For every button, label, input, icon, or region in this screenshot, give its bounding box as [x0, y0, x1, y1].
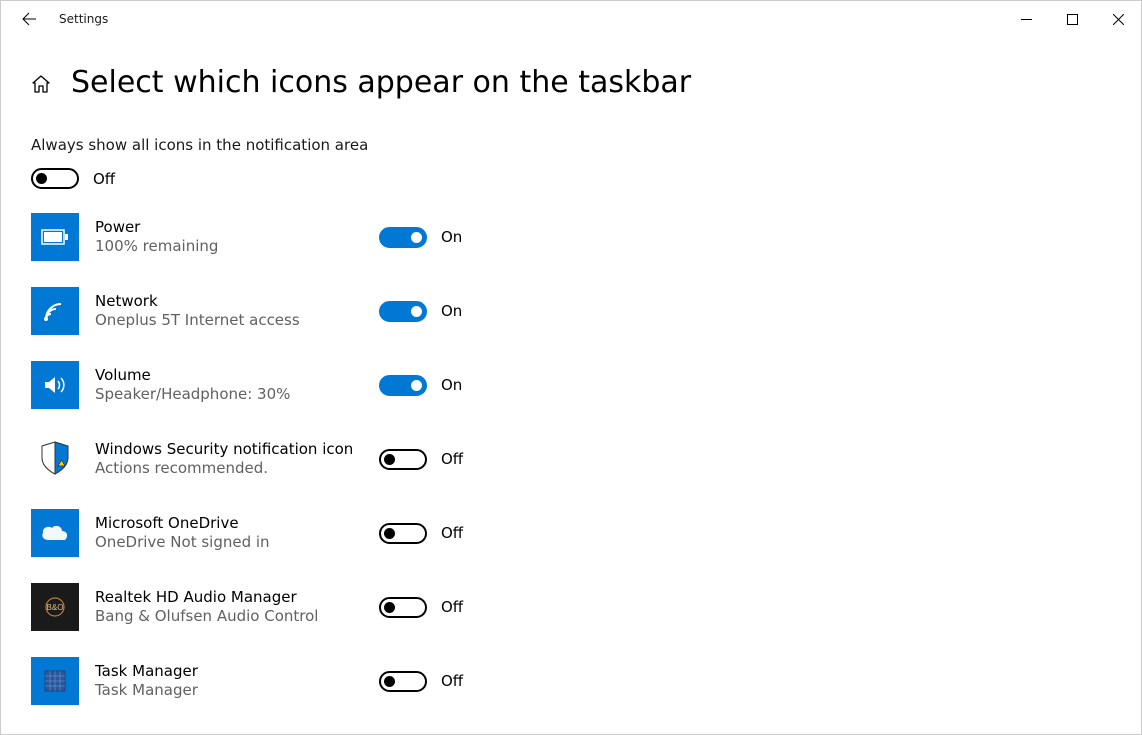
- realtek-icon: B&O: [31, 583, 79, 631]
- master-toggle-state: Off: [93, 170, 115, 188]
- titlebar-left: Settings: [7, 1, 108, 37]
- item-subtitle: Oneplus 5T Internet access: [95, 311, 371, 331]
- wifi-icon-svg: [41, 297, 69, 325]
- item-toggle[interactable]: [379, 449, 427, 470]
- volume-icon: [31, 361, 79, 409]
- settings-window: Settings Select which icons appear on th…: [0, 0, 1142, 735]
- realtek-icon-svg: B&O: [41, 593, 69, 621]
- item-subtitle: Bang & Olufsen Audio Control: [95, 607, 371, 627]
- taskbar-icon-row: Microsoft OneDrive OneDrive Not signed i…: [31, 509, 1141, 557]
- item-text: Windows Security notification icon Actio…: [79, 440, 379, 479]
- item-title: Realtek HD Audio Manager: [95, 588, 371, 608]
- item-text: Power 100% remaining: [79, 218, 379, 257]
- onedrive-icon-svg: [39, 522, 71, 544]
- close-button[interactable]: [1095, 3, 1141, 35]
- item-title: Task Manager: [95, 662, 371, 682]
- item-subtitle: Actions recommended.: [95, 459, 371, 479]
- onedrive-icon: [31, 509, 79, 557]
- taskbar-icon-row: Power 100% remaining On: [31, 213, 1141, 261]
- home-icon[interactable]: [31, 74, 51, 98]
- item-toggle-state: Off: [441, 450, 463, 468]
- battery-icon-svg: [41, 229, 69, 245]
- taskbar-icon-row: Windows Security notification icon Actio…: [31, 435, 1141, 483]
- item-toggle-state: On: [441, 228, 462, 246]
- item-toggle-col: Off: [379, 597, 463, 618]
- home-icon-svg: [31, 74, 51, 94]
- page-header: Select which icons appear on the taskbar: [31, 65, 1141, 100]
- svg-text:B&O: B&O: [47, 603, 64, 612]
- item-text: Volume Speaker/Headphone: 30%: [79, 366, 379, 405]
- toggle-knob: [384, 676, 395, 687]
- item-text: Task Manager Task Manager: [79, 662, 379, 701]
- item-subtitle: Task Manager: [95, 681, 371, 701]
- item-subtitle: Speaker/Headphone: 30%: [95, 385, 371, 405]
- toggle-knob: [411, 306, 422, 317]
- battery-icon: [31, 213, 79, 261]
- shield-icon-svg: [38, 440, 72, 478]
- minimize-button[interactable]: [1003, 3, 1049, 35]
- item-toggle-col: On: [379, 301, 462, 322]
- item-title: Power: [95, 218, 371, 238]
- item-subtitle: OneDrive Not signed in: [95, 533, 371, 553]
- item-title: Microsoft OneDrive: [95, 514, 371, 534]
- item-toggle[interactable]: [379, 523, 427, 544]
- minimize-icon: [1021, 14, 1032, 25]
- toggle-knob: [384, 528, 395, 539]
- item-text: Realtek HD Audio Manager Bang & Olufsen …: [79, 588, 379, 627]
- item-title: Volume: [95, 366, 371, 386]
- toggle-knob: [411, 380, 422, 391]
- item-subtitle: 100% remaining: [95, 237, 371, 257]
- master-toggle-label: Always show all icons in the notificatio…: [31, 136, 1141, 154]
- item-title: Windows Security notification icon: [95, 440, 371, 460]
- item-toggle[interactable]: [379, 671, 427, 692]
- item-toggle-col: Off: [379, 671, 463, 692]
- taskbar-icon-row: B&O Realtek HD Audio Manager Bang & Oluf…: [31, 583, 1141, 631]
- taskbar-icon-row: Task Manager Task Manager Off: [31, 657, 1141, 705]
- item-text: Network Oneplus 5T Internet access: [79, 292, 379, 331]
- content-area: Select which icons appear on the taskbar…: [1, 37, 1141, 705]
- shield-icon: [31, 435, 79, 483]
- item-toggle[interactable]: [379, 597, 427, 618]
- titlebar: Settings: [1, 1, 1141, 37]
- taskbar-icon-row: Volume Speaker/Headphone: 30% On: [31, 361, 1141, 409]
- page-title: Select which icons appear on the taskbar: [71, 65, 691, 100]
- back-arrow-icon: [21, 11, 37, 27]
- item-toggle-state: On: [441, 376, 462, 394]
- window-controls: [1003, 3, 1141, 35]
- taskmgr-icon-svg: [41, 667, 69, 695]
- toggle-knob: [384, 454, 395, 465]
- toggle-knob: [411, 232, 422, 243]
- item-text: Microsoft OneDrive OneDrive Not signed i…: [79, 514, 379, 553]
- item-toggle-state: On: [441, 302, 462, 320]
- item-toggle[interactable]: [379, 227, 427, 248]
- toggle-knob: [384, 602, 395, 613]
- maximize-button[interactable]: [1049, 3, 1095, 35]
- close-icon: [1113, 14, 1124, 25]
- window-title: Settings: [59, 12, 108, 26]
- item-toggle-col: Off: [379, 523, 463, 544]
- item-toggle[interactable]: [379, 375, 427, 396]
- item-toggle-col: On: [379, 375, 462, 396]
- back-button[interactable]: [7, 1, 51, 37]
- item-toggle[interactable]: [379, 301, 427, 322]
- item-toggle-col: On: [379, 227, 462, 248]
- wifi-icon: [31, 287, 79, 335]
- taskmgr-icon: [31, 657, 79, 705]
- maximize-icon: [1067, 14, 1078, 25]
- master-toggle-row: Off: [31, 168, 1141, 189]
- item-toggle-state: Off: [441, 598, 463, 616]
- item-title: Network: [95, 292, 371, 312]
- volume-icon-svg: [41, 371, 69, 399]
- toggle-knob: [36, 173, 47, 184]
- master-toggle[interactable]: [31, 168, 79, 189]
- taskbar-icon-row: Network Oneplus 5T Internet access On: [31, 287, 1141, 335]
- item-toggle-state: Off: [441, 524, 463, 542]
- item-toggle-state: Off: [441, 672, 463, 690]
- item-toggle-col: Off: [379, 449, 463, 470]
